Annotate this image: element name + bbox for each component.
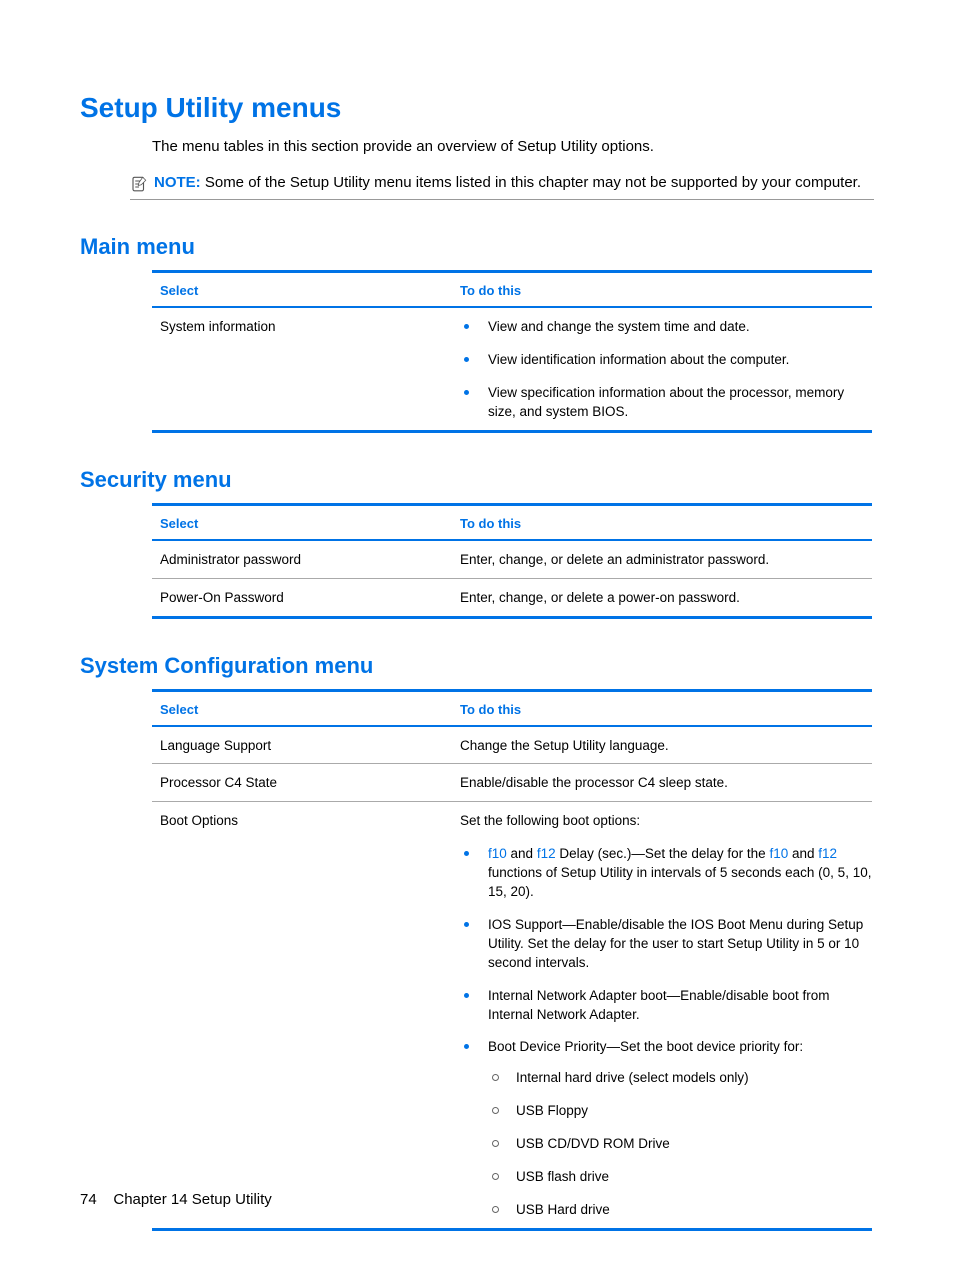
table-row: Power-On Password Enter, change, or dele… xyxy=(152,578,872,616)
text-frag: Delay (sec.)—Set the delay for the xyxy=(556,846,770,861)
sub-list-item: USB Floppy xyxy=(488,1102,872,1121)
cell-select: Language Support xyxy=(152,737,460,756)
cell-select: System information xyxy=(152,318,460,422)
table-row: Administrator password Enter, change, or… xyxy=(152,541,872,578)
list-item: View identification information about th… xyxy=(460,351,872,370)
list-item: Internal Network Adapter boot—Enable/dis… xyxy=(460,987,872,1025)
table-row: Language Support Change the Setup Utilit… xyxy=(152,727,872,764)
cell-select: Power-On Password xyxy=(152,589,460,608)
sysconf-menu-table: Select To do this Language Support Chang… xyxy=(152,689,872,1231)
cell-todo: Enable/disable the processor C4 sleep st… xyxy=(460,774,872,793)
table-header-todo: To do this xyxy=(460,702,872,717)
sub-list-item: USB flash drive xyxy=(488,1168,872,1187)
sub-list-item: Internal hard drive (select models only) xyxy=(488,1069,872,1088)
security-menu-heading: Security menu xyxy=(80,467,874,493)
cell-select: Processor C4 State xyxy=(152,774,460,793)
sysconf-menu-heading: System Configuration menu xyxy=(80,653,874,679)
fkey-f12: f12 xyxy=(818,846,837,861)
text-frag: functions of Setup Utility in intervals … xyxy=(488,865,871,899)
list-item: View specification information about the… xyxy=(460,384,872,422)
table-header-select: Select xyxy=(152,516,460,531)
security-menu-table: Select To do this Administrator password… xyxy=(152,503,872,619)
page-title: Setup Utility menus xyxy=(80,92,874,124)
sub-list-item: USB Hard drive xyxy=(488,1201,872,1220)
table-header-select: Select xyxy=(152,283,460,298)
cell-todo: Change the Setup Utility language. xyxy=(460,737,872,756)
list-item: View and change the system time and date… xyxy=(460,318,872,337)
page-number: 74 xyxy=(80,1191,97,1208)
chapter-label: Chapter 14 Setup Utility xyxy=(113,1191,271,1208)
table-row: System information View and change the s… xyxy=(152,308,872,430)
sub-list-item: USB CD/DVD ROM Drive xyxy=(488,1135,872,1154)
fkey-f12: f12 xyxy=(537,846,556,861)
table-header-todo: To do this xyxy=(460,516,872,531)
intro-text: The menu tables in this section provide … xyxy=(152,138,874,155)
note-label: NOTE: xyxy=(154,174,201,191)
main-menu-heading: Main menu xyxy=(80,234,874,260)
cell-todo: Enter, change, or delete a power-on pass… xyxy=(460,589,872,608)
text-frag: and xyxy=(788,846,818,861)
note-block: NOTE: Some of the Setup Utility menu ite… xyxy=(130,173,874,200)
list-item: IOS Support—Enable/disable the IOS Boot … xyxy=(460,916,872,973)
note-body: Some of the Setup Utility menu items lis… xyxy=(205,174,861,191)
table-header-select: Select xyxy=(152,702,460,717)
cell-todo: Enter, change, or delete an administrato… xyxy=(460,551,872,570)
list-item: Boot Device Priority—Set the boot device… xyxy=(460,1038,872,1219)
table-header-todo: To do this xyxy=(460,283,872,298)
note-icon xyxy=(130,175,148,193)
list-item: f10 and f12 Delay (sec.)—Set the delay f… xyxy=(460,845,872,902)
table-row: Boot Options Set the following boot opti… xyxy=(152,801,872,1227)
table-row: Processor C4 State Enable/disable the pr… xyxy=(152,763,872,801)
page-footer: 74 Chapter 14 Setup Utility xyxy=(80,1191,272,1208)
text-frag: Boot Device Priority—Set the boot device… xyxy=(488,1039,803,1054)
fkey-f10: f10 xyxy=(769,846,788,861)
main-menu-table: Select To do this System information Vie… xyxy=(152,270,872,433)
text-frag: and xyxy=(507,846,537,861)
boot-lead: Set the following boot options: xyxy=(460,812,872,831)
fkey-f10: f10 xyxy=(488,846,507,861)
cell-select: Boot Options xyxy=(152,812,460,1219)
cell-select: Administrator password xyxy=(152,551,460,570)
